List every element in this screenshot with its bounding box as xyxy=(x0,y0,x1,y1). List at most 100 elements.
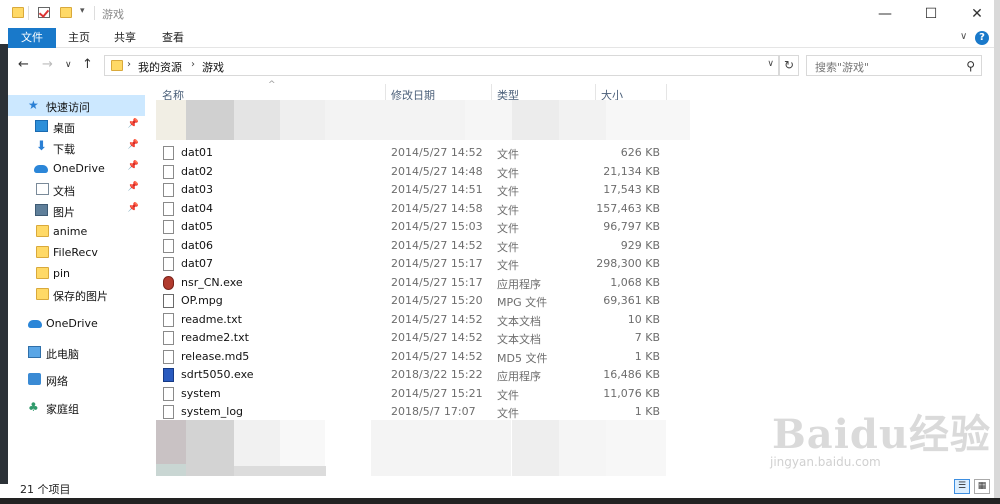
file-icon xyxy=(163,201,174,216)
file-row[interactable]: dat02 2014/5/27 14:48 文件 21,134 KB xyxy=(156,163,676,181)
file-row[interactable]: dat01 2014/5/27 14:52 文件 626 KB xyxy=(156,144,676,162)
pin-icon[interactable]: 📌 xyxy=(128,182,139,192)
tab-view[interactable]: 查看 xyxy=(154,28,192,48)
maximize-button[interactable]: ☐ xyxy=(908,0,954,28)
file-name: OP.mpg xyxy=(181,294,223,307)
onedrive-icon xyxy=(34,165,48,173)
refresh-button[interactable]: ↻ xyxy=(779,55,799,76)
blurred-region xyxy=(512,420,559,476)
file-icon xyxy=(163,257,174,271)
pin-icon[interactable]: 📌 xyxy=(128,161,139,171)
navigation-pane: ★ 快速访问 桌面 📌 ⬇ 下载 📌 OneDrive 📌 文档 📌 图片 📌 xyxy=(8,86,148,476)
explorer-window: ▾ 游戏 — ☐ ✕ 文件 主页 共享 查看 ∨ ? ← → ∨ ↑ › 我的资… xyxy=(0,0,1000,504)
nav-network[interactable]: 网络 xyxy=(8,369,145,390)
address-bar[interactable]: › 我的资源 › 游戏 ∨ xyxy=(104,55,779,76)
file-row[interactable]: dat04 2014/5/27 14:58 文件 157,463 KB xyxy=(156,200,676,218)
network-icon xyxy=(28,373,41,385)
file-row[interactable]: system_log 2018/5/7 17:07 文件 1 KB xyxy=(156,403,676,421)
nav-pictures[interactable]: 图片 📌 xyxy=(8,200,145,221)
nav-folder-anime[interactable]: anime xyxy=(8,221,145,242)
new-folder-icon[interactable] xyxy=(60,7,72,18)
file-row[interactable]: release.md5 2014/5/27 14:52 MD5 文件 1 KB xyxy=(156,348,676,366)
pin-icon[interactable]: 📌 xyxy=(128,203,139,213)
file-row[interactable]: sdrt5050.exe 2018/3/22 15:22 应用程序 16,486 KB xyxy=(156,366,676,384)
breadcrumb-separator[interactable]: › xyxy=(191,59,195,70)
nav-label: 桌面 xyxy=(53,122,75,135)
background-window-edge xyxy=(994,0,1000,504)
blurred-region xyxy=(559,100,606,140)
file-icon xyxy=(163,146,174,160)
nav-label: 保存的图片 xyxy=(53,290,108,303)
forward-button[interactable]: → xyxy=(42,57,53,72)
address-dropdown-icon[interactable]: ∨ xyxy=(767,59,774,69)
title-bar: ▾ 游戏 — ☐ ✕ xyxy=(0,0,1000,28)
file-name: readme.txt xyxy=(181,312,242,326)
nav-folder-filerecv[interactable]: FileRecv xyxy=(8,242,145,263)
folder-icon xyxy=(36,267,49,279)
file-row[interactable]: dat05 2014/5/27 15:03 文件 96,797 KB xyxy=(156,218,676,236)
file-icon xyxy=(163,405,174,419)
customize-toolbar-icon[interactable]: ▾ xyxy=(80,6,85,16)
folder-icon xyxy=(36,246,49,258)
file-type: 文件 xyxy=(497,407,519,420)
file-name: dat05 xyxy=(181,220,214,233)
file-row[interactable]: nsr_CN.exe 2014/5/27 15:17 应用程序 1,068 KB xyxy=(156,274,676,292)
file-date: 2014/5/27 14:51 xyxy=(391,183,483,196)
tab-share[interactable]: 共享 xyxy=(106,28,144,48)
file-date: 2014/5/27 14:58 xyxy=(391,201,483,215)
large-icons-view-icon[interactable]: ▦ xyxy=(974,479,990,494)
baidu-watermark-logo: Baidu经验 xyxy=(772,411,991,458)
nav-downloads[interactable]: ⬇ 下载 📌 xyxy=(8,137,145,158)
pin-icon[interactable]: 📌 xyxy=(128,140,139,150)
file-row[interactable]: system 2014/5/27 15:21 文件 11,076 KB xyxy=(156,385,676,403)
blurred-region xyxy=(325,100,465,140)
nav-desktop[interactable]: 桌面 📌 xyxy=(8,116,145,137)
nav-homegroup[interactable]: ♣ 家庭组 xyxy=(8,397,145,418)
details-view-icon[interactable]: ☰ xyxy=(954,479,970,494)
help-icon[interactable]: ? xyxy=(975,31,989,45)
search-input[interactable]: 搜索"游戏" xyxy=(815,59,869,75)
search-box[interactable]: 搜索"游戏" ⚲ xyxy=(806,55,982,76)
file-name: dat01 xyxy=(181,146,214,159)
file-name: dat07 xyxy=(181,257,214,270)
nav-onedrive[interactable]: OneDrive xyxy=(8,313,145,334)
file-type: 应用程序 xyxy=(497,277,541,291)
nav-folder-pin[interactable]: pin xyxy=(8,263,145,284)
pin-icon[interactable]: 📌 xyxy=(128,119,139,129)
back-button[interactable]: ← xyxy=(18,57,29,72)
nav-this-pc[interactable]: 此电脑 xyxy=(8,342,145,363)
blurred-region xyxy=(465,100,512,140)
nav-folder-saved-pictures[interactable]: 保存的图片 xyxy=(8,284,145,305)
file-row[interactable]: dat07 2014/5/27 15:17 文件 298,300 KB xyxy=(156,255,676,273)
search-icon[interactable]: ⚲ xyxy=(966,59,975,73)
file-row[interactable]: dat06 2014/5/27 14:52 文件 929 KB xyxy=(156,237,676,255)
file-size: 929 KB xyxy=(620,238,660,252)
breadcrumb-separator[interactable]: › xyxy=(127,59,131,70)
properties-icon[interactable] xyxy=(38,7,50,18)
blurred-region xyxy=(186,420,234,476)
file-row[interactable]: readme.txt 2014/5/27 14:52 文本文档 10 KB xyxy=(156,311,676,329)
nav-onedrive-pinned[interactable]: OneDrive 📌 xyxy=(8,158,145,179)
minimize-button[interactable]: — xyxy=(862,0,908,28)
blurred-region xyxy=(234,100,280,140)
recent-locations-button[interactable]: ∨ xyxy=(65,60,72,70)
application-icon xyxy=(163,275,174,290)
tab-file[interactable]: 文件 xyxy=(8,28,56,48)
breadcrumb-games[interactable]: 游戏 xyxy=(202,59,224,75)
folder-icon xyxy=(36,288,49,300)
folder-icon xyxy=(36,225,49,237)
nav-label: anime xyxy=(53,225,88,238)
file-row[interactable]: readme2.txt 2014/5/27 14:52 文本文档 7 KB xyxy=(156,329,676,347)
file-icon xyxy=(163,349,174,364)
nav-quick-access[interactable]: ★ 快速访问 xyxy=(8,95,145,116)
tab-home[interactable]: 主页 xyxy=(60,28,98,48)
file-type: 文件 xyxy=(497,148,519,161)
file-row[interactable]: dat03 2014/5/27 14:51 文件 17,543 KB xyxy=(156,181,676,199)
file-row[interactable]: OP.mpg 2014/5/27 15:20 MPG 文件 69,361 KB xyxy=(156,292,676,310)
expand-ribbon-icon[interactable]: ∨ xyxy=(960,31,967,42)
up-button[interactable]: ↑ xyxy=(82,57,93,72)
nav-documents[interactable]: 文档 📌 xyxy=(8,179,145,200)
item-count: 21 个项目 xyxy=(20,483,71,496)
file-type: 文本文档 xyxy=(497,333,541,346)
breadcrumb-my-resources[interactable]: 我的资源 xyxy=(138,59,182,75)
